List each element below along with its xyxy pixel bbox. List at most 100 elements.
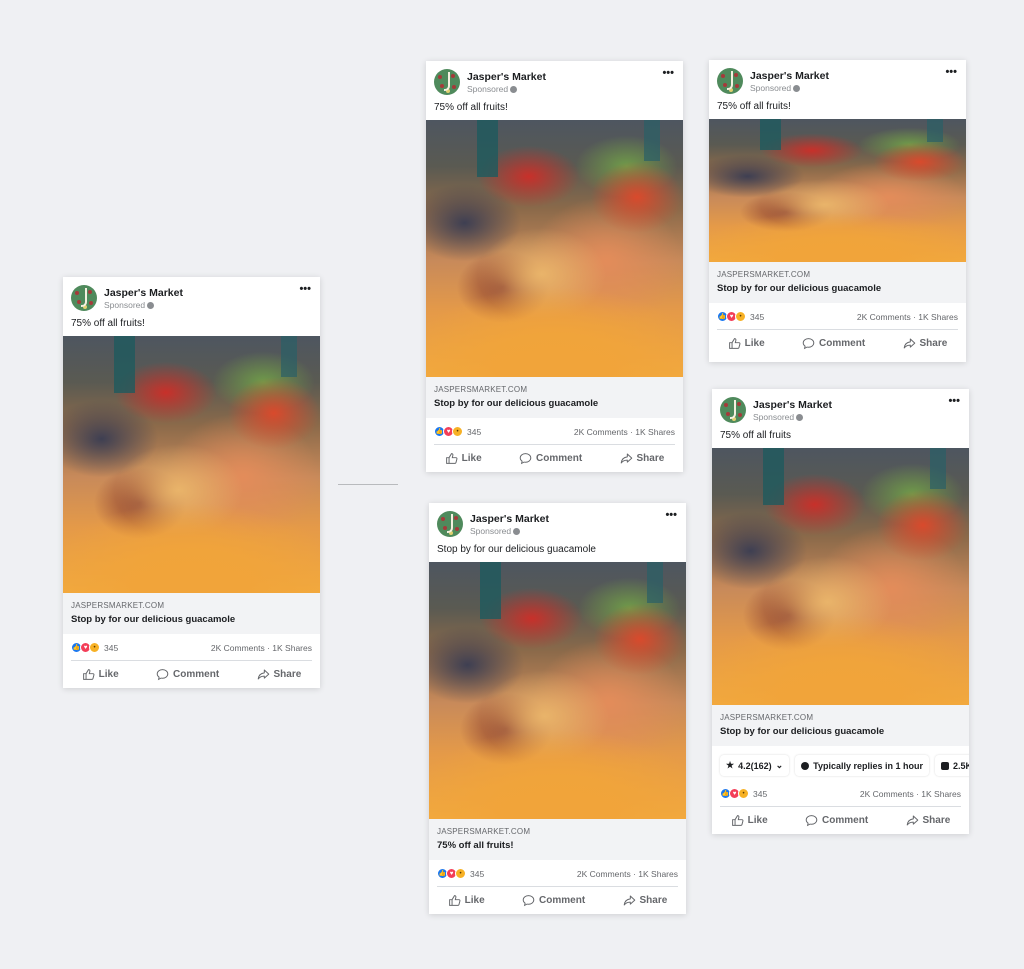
more-options-button[interactable]: ••• [299, 283, 311, 295]
sponsored-text: Sponsored [467, 84, 509, 94]
comment-button[interactable]: Comment [802, 337, 865, 350]
action-bar: Like Comment Share [712, 807, 969, 834]
page-avatar[interactable] [71, 285, 97, 311]
link-preview[interactable]: JASPERSMARKET.COM Stop by for our delici… [63, 593, 320, 634]
connector-line [338, 484, 398, 485]
globe-icon [793, 84, 801, 92]
comment-button[interactable]: Comment [156, 668, 219, 681]
link-preview[interactable]: JASPERSMARKET.COM Stop by for our delici… [712, 705, 969, 746]
ad-preview-card-variant: Jasper's Market Sponsored ••• 75% off al… [712, 389, 969, 834]
sponsored-label: Sponsored [104, 300, 155, 310]
share-icon [906, 815, 918, 826]
comment-label: Comment [536, 453, 583, 464]
link-domain: JASPERSMARKET.COM [720, 713, 814, 722]
page-avatar[interactable] [437, 511, 463, 537]
reaction-count: 345 [470, 868, 485, 879]
response-time-chip[interactable]: Typically replies in 1 hour [795, 755, 930, 776]
ad-image[interactable] [63, 336, 320, 593]
sponsored-label: Sponsored [467, 84, 518, 94]
link-preview[interactable]: JASPERSMARKET.COM Stop by for our delici… [426, 377, 683, 418]
share-button[interactable]: Share [906, 814, 950, 827]
ad-preview-card-variant: Jasper's Market Sponsored ••• 75% off al… [426, 61, 683, 472]
page-avatar[interactable] [717, 68, 743, 94]
page-name[interactable]: Jasper's Market [753, 399, 832, 411]
rating-chip[interactable]: ★ 4.2(162) ⌄ [720, 755, 790, 776]
followers-chip[interactable]: 2.5K pe [935, 755, 969, 776]
reactions-summary[interactable]: 👍 ♥ • 345 [720, 788, 767, 799]
wow-reaction-icon: • [735, 311, 746, 322]
comments-shares-count[interactable]: 2K Comments · 1K Shares [577, 869, 678, 879]
sponsored-text: Sponsored [750, 83, 792, 93]
share-button[interactable]: Share [903, 337, 947, 350]
page-avatar[interactable] [434, 69, 460, 95]
like-button[interactable]: Like [82, 668, 119, 681]
link-preview[interactable]: JASPERSMARKET.COM Stop by for our delici… [709, 262, 966, 303]
sponsored-text: Sponsored [753, 412, 795, 422]
response-time-text: Typically replies in 1 hour [813, 760, 924, 771]
post-primary-text: 75% off all fruits! [434, 102, 508, 113]
share-icon [623, 895, 635, 906]
share-button[interactable]: Share [257, 668, 301, 681]
like-button[interactable]: Like [445, 452, 482, 465]
action-bar: Like Comment Share [429, 887, 686, 914]
share-button[interactable]: Share [623, 894, 668, 907]
like-button[interactable]: Like [448, 894, 485, 907]
reactions-summary[interactable]: 👍 ♥ • 345 [434, 426, 481, 437]
like-button[interactable]: Like [728, 337, 765, 350]
comment-label: Comment [819, 338, 866, 349]
more-options-button[interactable]: ••• [662, 67, 674, 79]
post-primary-text: 75% off all fruits! [71, 318, 145, 329]
comment-icon [802, 338, 815, 350]
ad-image[interactable] [426, 120, 683, 377]
link-preview[interactable]: JASPERSMARKET.COM 75% off all fruits! [429, 819, 686, 860]
comment-button[interactable]: Comment [805, 814, 868, 827]
more-options-button[interactable]: ••• [945, 66, 957, 78]
thumbs-up-icon [445, 453, 458, 464]
reactions-summary[interactable]: 👍 ♥ • 345 [71, 642, 118, 653]
page-name[interactable]: Jasper's Market [467, 71, 546, 83]
comment-icon [156, 669, 169, 681]
more-options-button[interactable]: ••• [665, 509, 677, 521]
share-icon [620, 453, 632, 464]
globe-icon [510, 85, 518, 93]
page-avatar[interactable] [720, 397, 746, 423]
page-info-chips: ★ 4.2(162) ⌄ Typically replies in 1 hour 2.5… [712, 746, 969, 780]
engagement-stats: 👍 ♥ • 345 2K Comments · 1K Shares [63, 634, 320, 660]
post-header: Jasper's Market Sponsored ••• [712, 389, 969, 425]
link-headline: Stop by for our delicious guacamole [717, 283, 882, 294]
share-label: Share [639, 895, 668, 906]
link-domain: JASPERSMARKET.COM [434, 385, 528, 394]
reactions-summary[interactable]: 👍 ♥ • 345 [717, 311, 764, 322]
ad-image[interactable] [709, 119, 966, 262]
reaction-count: 345 [753, 788, 768, 799]
post-primary-text: Stop by for our delicious guacamole [437, 544, 596, 555]
comments-shares-count[interactable]: 2K Comments · 1K Shares [860, 789, 961, 799]
link-domain: JASPERSMARKET.COM [717, 270, 811, 279]
comments-shares-count[interactable]: 2K Comments · 1K Shares [211, 643, 312, 653]
ad-preview-card-variant: Jasper's Market Sponsored ••• Stop by fo… [429, 503, 686, 914]
page-name[interactable]: Jasper's Market [750, 70, 829, 82]
comments-shares-count[interactable]: 2K Comments · 1K Shares [857, 312, 958, 322]
comments-shares-count[interactable]: 2K Comments · 1K Shares [574, 427, 675, 437]
ad-image[interactable] [429, 562, 686, 819]
like-button[interactable]: Like [731, 814, 768, 827]
globe-icon [147, 301, 155, 309]
share-icon [903, 338, 915, 349]
reactions-summary[interactable]: 👍 ♥ • 345 [437, 868, 484, 879]
sponsored-label: Sponsored [470, 526, 521, 536]
post-header: Jasper's Market Sponsored ••• [429, 503, 686, 539]
link-headline: Stop by for our delicious guacamole [720, 726, 885, 737]
ad-image[interactable] [712, 448, 969, 705]
comment-button[interactable]: Comment [522, 894, 585, 907]
share-button[interactable]: Share [620, 452, 664, 465]
like-label: Like [98, 669, 119, 680]
post-header: Jasper's Market Sponsored ••• [426, 61, 683, 97]
more-options-button[interactable]: ••• [948, 395, 960, 407]
sponsored-text: Sponsored [470, 526, 512, 536]
like-label: Like [744, 338, 765, 349]
like-label: Like [747, 815, 768, 826]
page-name[interactable]: Jasper's Market [470, 513, 549, 525]
comment-button[interactable]: Comment [519, 452, 582, 465]
page-name[interactable]: Jasper's Market [104, 287, 183, 299]
reaction-count: 345 [750, 311, 765, 322]
